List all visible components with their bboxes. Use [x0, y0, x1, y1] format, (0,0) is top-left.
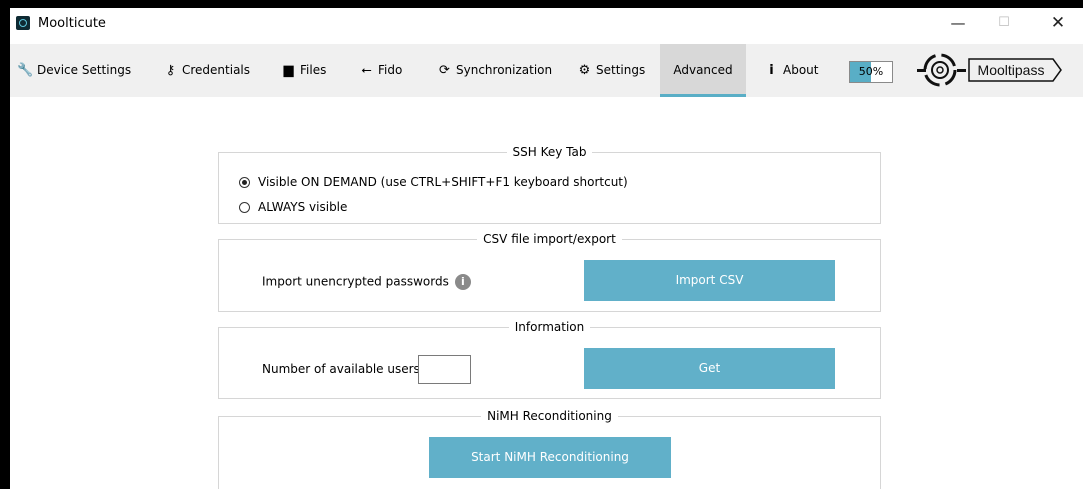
- tab-about[interactable]: i About: [763, 44, 818, 97]
- tab-label: Advanced: [673, 63, 733, 77]
- file-icon: ▆: [283, 63, 294, 78]
- moolticute-app-icon: [16, 16, 30, 30]
- tab-advanced[interactable]: Advanced: [660, 44, 746, 97]
- always-visible-radio[interactable]: ALWAYS visible: [239, 200, 347, 214]
- group-title: SSH Key Tab: [506, 145, 593, 159]
- available-users-field[interactable]: [418, 355, 471, 384]
- info-icon: i: [769, 63, 774, 78]
- nimh-reconditioning-group: NiMH Reconditioning Start NiMH Reconditi…: [218, 409, 881, 489]
- tab-files[interactable]: ▆ Files: [280, 44, 327, 97]
- sync-icon: ⟳: [439, 63, 450, 78]
- csv-import-export-group: CSV file import/export Import unencrypte…: [218, 232, 881, 312]
- import-label-row: Import unencrypted passwords i: [262, 274, 471, 290]
- information-group: Information Number of available users: G…: [218, 320, 881, 399]
- logo-text: Mooltipass: [978, 62, 1045, 78]
- group-title: CSV file import/export: [477, 232, 622, 246]
- close-button[interactable]: ✕: [1035, 10, 1081, 36]
- tab-label: Synchronization: [456, 63, 553, 77]
- radio-label: ALWAYS visible: [258, 200, 348, 214]
- radio-indicator: [239, 201, 250, 213]
- window-title: Moolticute: [38, 16, 106, 31]
- get-button[interactable]: Get: [584, 348, 835, 389]
- start-nimh-reconditioning-button[interactable]: Start NiMH Reconditioning: [429, 437, 671, 478]
- tab-device-settings[interactable]: 🔧 Device Settings: [17, 44, 131, 97]
- tab-label: Credentials: [182, 63, 251, 77]
- tab-credentials[interactable]: ⚷ Credentials: [162, 44, 250, 97]
- gears-icon: ⚙: [578, 63, 591, 78]
- mooltipass-logo: Mooltipass: [917, 53, 1062, 87]
- maximize-button[interactable]: ☐: [981, 10, 1027, 36]
- tab-label: Settings: [596, 63, 646, 77]
- group-title: Information: [508, 320, 591, 334]
- radio-label: Visible ON DEMAND (use CTRL+SHIFT+F1 key…: [258, 175, 628, 189]
- tab-synchronization[interactable]: ⟳ Synchronization: [436, 44, 552, 97]
- tab-label: Device Settings: [37, 63, 132, 77]
- tab-settings[interactable]: ⚙ Settings: [576, 44, 646, 97]
- usb-icon: ⭠: [361, 63, 372, 78]
- minimize-button[interactable]: —: [935, 10, 981, 36]
- app-window: Moolticute — ☐ ✕ 🔧 Device Settings ⚷ Crede…: [10, 8, 1083, 489]
- tab-fido[interactable]: ⭠ Fido: [358, 44, 402, 97]
- visible-on-demand-radio[interactable]: Visible ON DEMAND (use CTRL+SHIFT+F1 key…: [239, 175, 628, 189]
- tab-label: About: [783, 63, 819, 77]
- ssh-key-tab-group: SSH Key Tab Visible ON DEMAND (use CTRL+…: [218, 145, 881, 224]
- wrench-icon: 🔧: [17, 63, 34, 78]
- tab-label: Files: [300, 63, 327, 77]
- info-icon[interactable]: i: [454, 274, 471, 290]
- battery-progress: 50%: [849, 61, 893, 83]
- available-users-label: Number of available users:: [262, 362, 424, 376]
- progress-label: 50%: [858, 65, 884, 78]
- radio-indicator: [239, 176, 250, 188]
- title-bar: Moolticute — ☐ ✕: [10, 8, 1083, 36]
- key-icon: ⚷: [165, 63, 176, 78]
- import-label: Import unencrypted passwords: [262, 274, 449, 289]
- import-csv-button[interactable]: Import CSV: [584, 260, 835, 301]
- tab-label: Fido: [378, 63, 403, 77]
- tab-bar: 🔧 Device Settings ⚷ Credentials ▆ Files ⭠ Fi…: [10, 44, 1083, 97]
- group-title: NiMH Reconditioning: [481, 409, 618, 423]
